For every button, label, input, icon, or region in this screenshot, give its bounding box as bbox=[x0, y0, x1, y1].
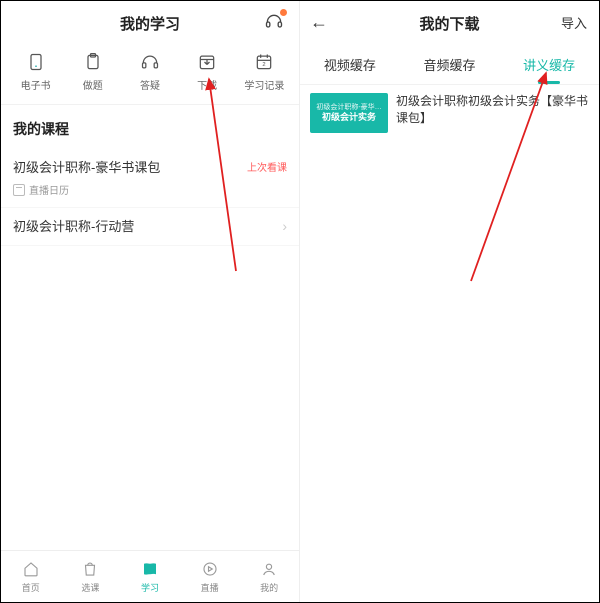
shortcut-ebook[interactable]: 电子书 bbox=[9, 51, 63, 92]
section-my-courses-title: 我的课程 bbox=[1, 105, 299, 149]
nav-label: 首页 bbox=[22, 581, 40, 594]
tab-video-cache[interactable]: 视频缓存 bbox=[322, 51, 378, 78]
headset-icon bbox=[139, 51, 161, 73]
shortcut-download[interactable]: 下载 bbox=[180, 51, 234, 92]
notification-dot-icon bbox=[280, 9, 287, 16]
nav-live[interactable]: 直播 bbox=[184, 559, 236, 594]
nav-select[interactable]: 选课 bbox=[64, 559, 116, 594]
course-title: 初级会计职称-豪华书课包 bbox=[13, 157, 160, 176]
support-icon[interactable] bbox=[263, 11, 285, 33]
nav-study[interactable]: 学习 bbox=[124, 559, 176, 594]
book-icon bbox=[140, 559, 160, 579]
page-title-left: 我的学习 bbox=[120, 13, 180, 34]
clipboard-icon bbox=[82, 51, 104, 73]
course-thumbnail: 初级会计职称-豪华… 初级会计实务 bbox=[310, 93, 388, 133]
nav-label: 我的 bbox=[260, 581, 278, 594]
shortcut-qa[interactable]: 答疑 bbox=[123, 51, 177, 92]
nav-label: 选课 bbox=[81, 581, 99, 594]
shortcut-record[interactable]: 2 学习记录 bbox=[237, 51, 291, 92]
bag-icon bbox=[80, 559, 100, 579]
page-title-right: 我的下载 bbox=[419, 13, 479, 34]
my-downloads-screen: ← 我的下载 导入 视频缓存 音频缓存 讲义缓存 初级会计职称-豪华… 初级会计… bbox=[300, 1, 599, 602]
tab-audio-cache[interactable]: 音频缓存 bbox=[421, 51, 477, 78]
course-title: 初级会计职称-行动营 bbox=[13, 216, 134, 235]
ebook-icon bbox=[25, 51, 47, 73]
shortcut-practice[interactable]: 做题 bbox=[66, 51, 120, 92]
shortcut-label: 下载 bbox=[197, 77, 217, 92]
back-button[interactable]: ← bbox=[310, 11, 328, 33]
left-header: 我的学习 bbox=[1, 1, 299, 45]
bottom-nav: 首页 选课 学习 直播 我的 bbox=[1, 550, 299, 602]
live-calendar-label: 直播日历 bbox=[29, 182, 69, 197]
tab-lecture-cache[interactable]: 讲义缓存 bbox=[521, 51, 577, 78]
play-circle-icon bbox=[200, 559, 220, 579]
course-sub-row[interactable]: 直播日历 bbox=[13, 182, 287, 197]
right-header: ← 我的下载 导入 bbox=[300, 1, 599, 45]
svg-text:2: 2 bbox=[263, 62, 266, 68]
calendar-mini-icon bbox=[13, 184, 25, 196]
user-icon bbox=[259, 559, 279, 579]
cache-list: 初级会计职称-豪华… 初级会计实务 初级会计职称初级会计实务【豪华书课包】 bbox=[300, 85, 599, 141]
my-study-screen: 我的学习 电子书 做题 答疑 下载 bbox=[1, 1, 300, 602]
nav-home[interactable]: 首页 bbox=[5, 559, 57, 594]
cache-item-title: 初级会计职称初级会计实务【豪华书课包】 bbox=[396, 93, 589, 127]
thumb-top-text: 初级会计职称-豪华… bbox=[314, 103, 384, 112]
shortcut-label: 答疑 bbox=[140, 77, 160, 92]
home-icon bbox=[21, 559, 41, 579]
nav-mine[interactable]: 我的 bbox=[243, 559, 295, 594]
calendar-icon: 2 bbox=[253, 51, 275, 73]
download-icon bbox=[196, 51, 218, 73]
course-item[interactable]: 初级会计职称-行动营 › bbox=[1, 208, 299, 246]
last-viewed-badge: 上次看课 bbox=[247, 159, 287, 174]
chevron-right-icon: › bbox=[282, 218, 287, 234]
shortcut-label: 学习记录 bbox=[244, 77, 284, 92]
cache-item[interactable]: 初级会计职称-豪华… 初级会计实务 初级会计职称初级会计实务【豪华书课包】 bbox=[310, 93, 589, 133]
nav-label: 学习 bbox=[141, 581, 159, 594]
shortcut-row: 电子书 做题 答疑 下载 2 学习记录 bbox=[1, 45, 299, 105]
import-button[interactable]: 导入 bbox=[561, 13, 587, 32]
cache-tabs: 视频缓存 音频缓存 讲义缓存 bbox=[300, 45, 599, 85]
course-item[interactable]: 初级会计职称-豪华书课包 上次看课 直播日历 bbox=[1, 149, 299, 208]
shortcut-label: 做题 bbox=[83, 77, 103, 92]
nav-label: 直播 bbox=[201, 581, 219, 594]
shortcut-label: 电子书 bbox=[21, 77, 51, 92]
thumb-mid-text: 初级会计实务 bbox=[322, 112, 376, 124]
